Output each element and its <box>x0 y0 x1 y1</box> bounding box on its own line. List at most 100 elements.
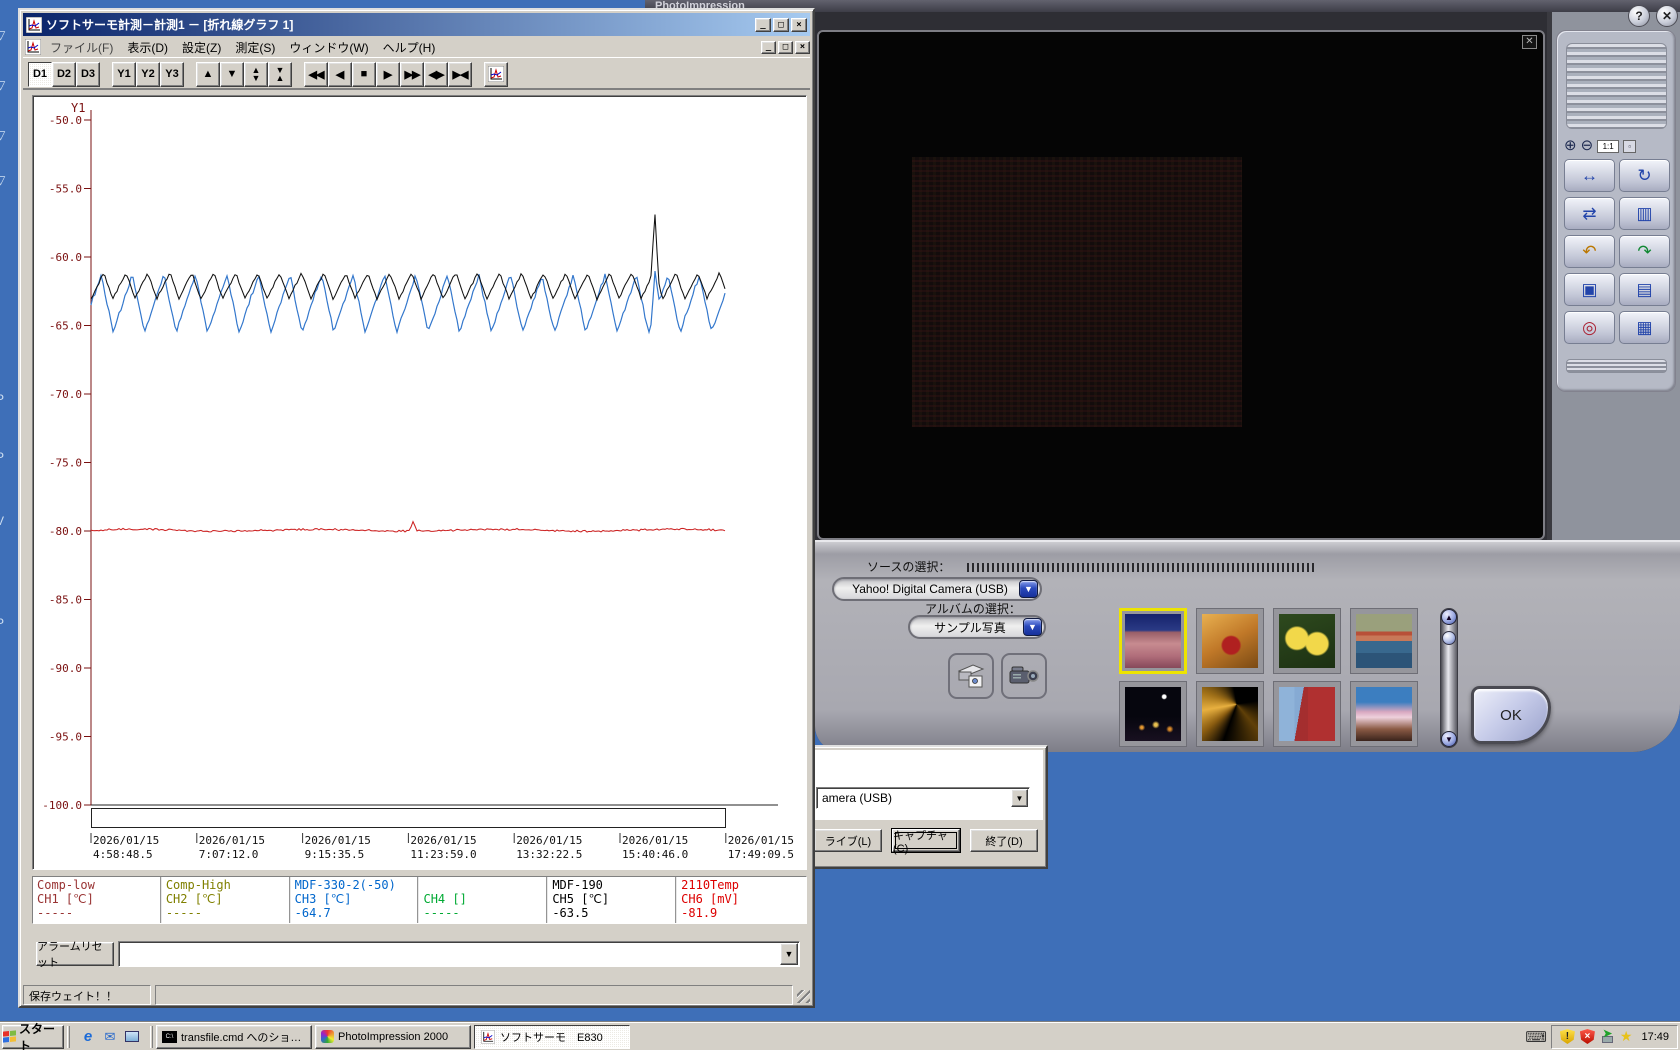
desktop-icon-sliver[interactable]: V <box>0 514 10 528</box>
star-icon[interactable]: ★ <box>1620 1028 1633 1045</box>
step-back-button[interactable]: ◀ <box>328 61 352 87</box>
task-button-2[interactable]: ソフトサーモ E830 <box>474 1024 630 1049</box>
thumbnail-cardinal-bird[interactable] <box>1196 608 1264 674</box>
alarm-reset-button[interactable]: アラームリセット <box>36 941 114 969</box>
close-button[interactable]: × <box>791 17 807 32</box>
maximize-button[interactable]: □ <box>773 17 789 32</box>
scroll-up-icon[interactable]: ▲ <box>1441 609 1457 625</box>
compress-horizontal-button[interactable]: ▶◀ <box>448 61 472 87</box>
thumbnail-harbor-village[interactable] <box>1350 608 1418 674</box>
axis-y1-button[interactable]: Y1 <box>112 61 136 87</box>
thumbnail-gold-light-trails[interactable] <box>1196 681 1264 747</box>
camera-device-dropdown[interactable]: amera (USB) ▼ <box>816 787 1030 809</box>
ok-button[interactable]: OK <box>1471 686 1551 744</box>
stop-button[interactable]: ■ <box>352 61 376 87</box>
fast-forward-button[interactable]: ▶▶ <box>400 61 424 87</box>
preview-close-icon[interactable]: ✕ <box>1522 35 1537 49</box>
desktop-icon-sliver[interactable]: P <box>0 616 10 630</box>
security-alert-icon[interactable]: × <box>1579 1029 1595 1044</box>
show-desktop-icon[interactable] <box>123 1028 141 1046</box>
save-button[interactable]: ▤ <box>1619 273 1670 306</box>
redo-button[interactable]: ↷ <box>1619 235 1670 268</box>
desktop-icon-sliver[interactable]: ▽ <box>0 78 10 92</box>
task-buttons: C:\transfile.cmd へのショート...PhotoImpressio… <box>156 1024 633 1049</box>
compress-vertical-button[interactable]: ▼ ▲ <box>268 61 292 87</box>
mdi-close-button[interactable]: × <box>795 40 810 54</box>
start-button[interactable]: スタート <box>2 1022 64 1050</box>
desktop-icon-sliver[interactable]: P <box>0 392 10 406</box>
scanner-source-button[interactable] <box>948 653 994 699</box>
grid-button[interactable]: ▦ <box>1619 311 1670 344</box>
source-select-dropdown[interactable]: Yahoo! Digital Camera (USB) ▼ <box>832 577 1042 601</box>
zoom-fit-icon[interactable]: ▫ <box>1623 139 1637 153</box>
time-range-box[interactable] <box>91 808 726 828</box>
scrollbar-thumb[interactable] <box>1442 631 1456 645</box>
titlebar[interactable]: ソフトサーモ計測－計測1 － [折れ線グラフ 1] _ □ × <box>23 13 810 36</box>
chevron-down-icon[interactable]: ▼ <box>1023 618 1042 636</box>
menu-4[interactable]: ウィンドウ(W) <box>282 37 375 58</box>
graph-settings-button[interactable] <box>484 61 508 87</box>
step-forward-button[interactable]: ▶ <box>376 61 400 87</box>
zoom-out-icon[interactable]: ⊖ <box>1581 138 1594 153</box>
lighthouse-red-roof-image <box>1279 687 1335 741</box>
menu-5[interactable]: ヘルプ(H) <box>376 37 443 58</box>
axis-y2-button[interactable]: Y2 <box>136 61 160 87</box>
dialog-button-0[interactable]: ライブ(L) <box>814 829 882 852</box>
fit-window-button[interactable]: ↔ <box>1564 159 1615 192</box>
svg-text:-60.0: -60.0 <box>49 251 82 264</box>
thumbnail-scrollbar[interactable]: ▲ ▼ <box>1440 608 1458 748</box>
display-d1-button[interactable]: D1 <box>28 61 52 87</box>
help-button[interactable]: ? <box>1628 5 1650 27</box>
capture-button[interactable]: ◎ <box>1564 311 1615 344</box>
expand-vertical-button[interactable]: ▲ ▼ <box>244 61 268 87</box>
menu-0[interactable]: ファイル(F) <box>43 37 120 58</box>
expand-horizontal-button[interactable]: ◀▶ <box>424 61 448 87</box>
minimize-button[interactable]: _ <box>755 17 771 32</box>
pan-down-button[interactable]: ▼ <box>220 61 244 87</box>
thumbnail-sunset-clouds[interactable] <box>1350 681 1418 747</box>
task-button-0[interactable]: C:\transfile.cmd へのショート... <box>156 1024 312 1049</box>
task-button-1[interactable]: PhotoImpression 2000 <box>315 1024 471 1049</box>
menu-1[interactable]: 表示(D) <box>120 37 175 58</box>
alarm-message-dropdown[interactable]: ▼ <box>118 941 800 967</box>
thumbnail-lighthouse-red-roof[interactable] <box>1273 681 1341 747</box>
outlook-express-icon[interactable]: ✉ <box>101 1028 119 1046</box>
mdi-minimize-button[interactable]: _ <box>761 40 776 54</box>
refresh-button[interactable]: ↻ <box>1619 159 1670 192</box>
keyboard-layout-icon[interactable]: ⌨ <box>1525 1028 1547 1046</box>
zoom-in-icon[interactable]: ⊕ <box>1564 138 1577 153</box>
internet-explorer-icon[interactable]: e <box>79 1028 97 1046</box>
desktop-icon-sliver[interactable]: ▽ <box>0 28 10 42</box>
desktop-icon-sliver[interactable]: P <box>0 450 10 464</box>
dialog-button-2[interactable]: 終了(D) <box>970 829 1038 852</box>
desktop-icon-sliver[interactable]: ▽ <box>0 128 10 142</box>
pan-up-button[interactable]: ▲ <box>196 61 220 87</box>
album-select-dropdown[interactable]: サンプル写真 ▼ <box>908 615 1046 639</box>
display-d3-button[interactable]: D3 <box>76 61 100 87</box>
scroll-down-icon[interactable]: ▼ <box>1441 731 1457 747</box>
svg-text:4:58:48.5: 4:58:48.5 <box>93 848 153 861</box>
duplicate-button[interactable]: ▣ <box>1564 273 1615 306</box>
menu-3[interactable]: 測定(S) <box>228 37 282 58</box>
desktop-icon-sliver[interactable]: ▽ <box>0 173 10 187</box>
thumbnail-city-night-skyline[interactable] <box>1119 681 1187 747</box>
dialog-button-1[interactable]: キャプチャ(C) <box>892 829 960 855</box>
chevron-down-icon[interactable]: ▼ <box>780 943 798 965</box>
security-warning-icon[interactable]: ! <box>1559 1029 1575 1044</box>
safely-remove-hardware-icon[interactable]: ➤ <box>1600 1029 1615 1044</box>
axis-y3-button[interactable]: Y3 <box>160 61 184 87</box>
video-camera-source-button[interactable] <box>1001 653 1047 699</box>
flip-horizontal-button[interactable]: ⇄ <box>1564 197 1615 230</box>
display-d2-button[interactable]: D2 <box>52 61 76 87</box>
copy-page-button[interactable]: ▥ <box>1619 197 1670 230</box>
thumbnail-yellow-wildflowers[interactable] <box>1273 608 1341 674</box>
chevron-down-icon[interactable]: ▼ <box>1019 580 1038 598</box>
resize-grip[interactable] <box>797 990 810 1003</box>
thumbnail-red-rock-spires[interactable] <box>1119 608 1187 674</box>
menu-2[interactable]: 設定(Z) <box>175 37 228 58</box>
fast-rewind-button[interactable]: ◀◀ <box>304 61 328 87</box>
mdi-restore-button[interactable]: □ <box>778 40 793 54</box>
undo-button[interactable]: ↶ <box>1564 235 1615 268</box>
close-button[interactable]: ✕ <box>1656 5 1678 27</box>
chevron-down-icon[interactable]: ▼ <box>1011 789 1028 807</box>
